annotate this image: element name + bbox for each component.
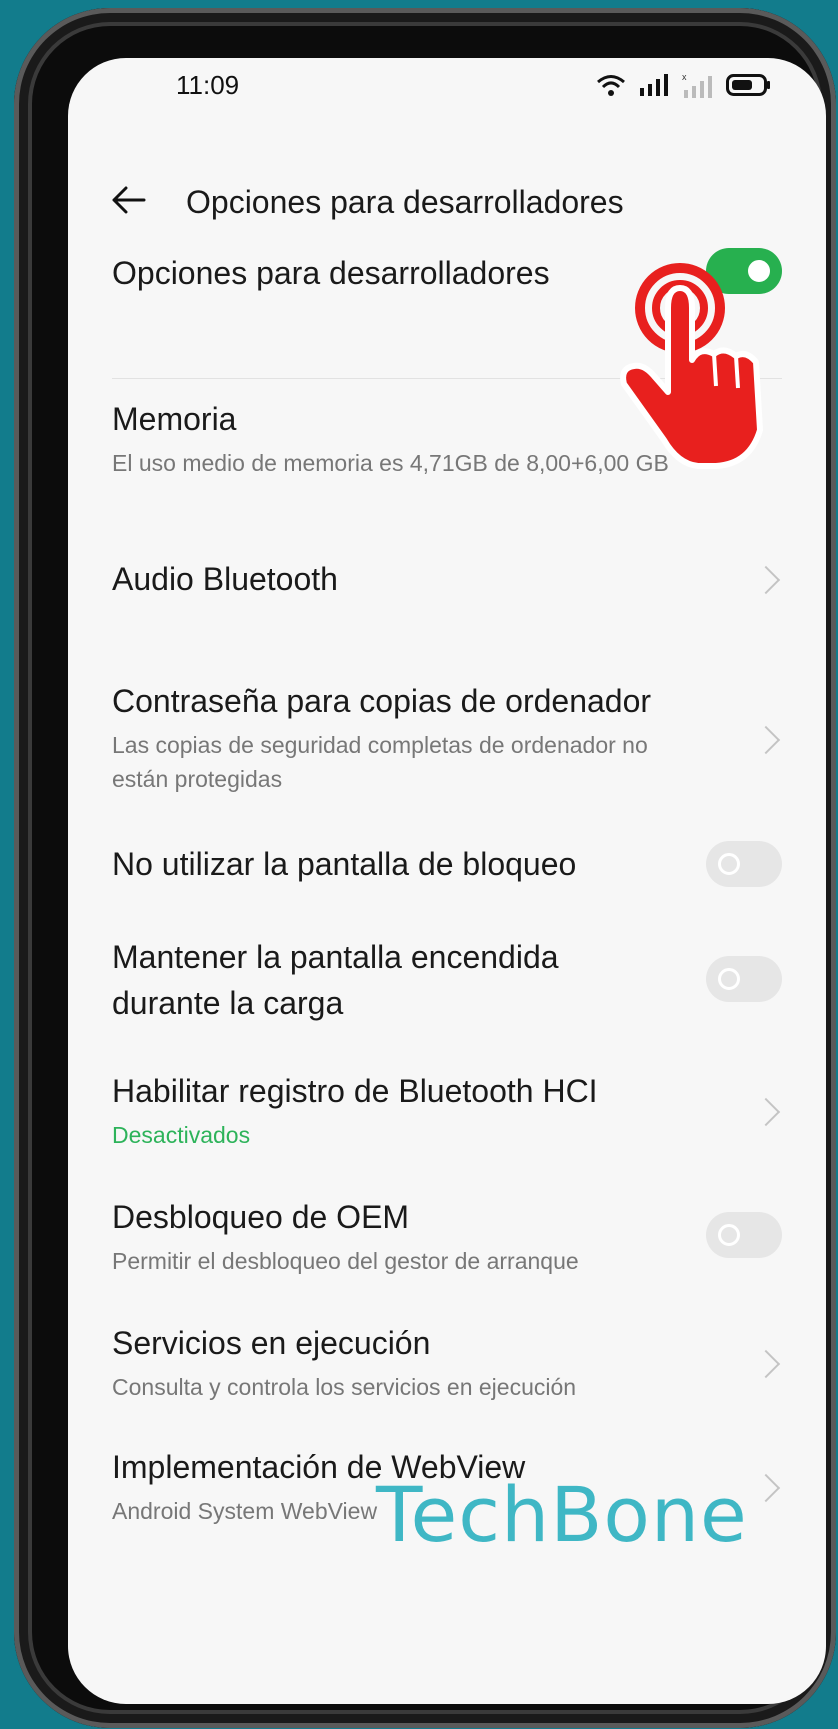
page-title: Opciones para desarrolladores [186, 184, 624, 220]
signal-no-sim-icon: x [682, 72, 712, 98]
skip-lock-screen-toggle[interactable] [706, 841, 782, 887]
setting-stay-awake[interactable]: Mantener la pantalla encendida durante l… [112, 934, 782, 1026]
setting-running-services[interactable]: Servicios en ejecución Consulta y contro… [112, 1320, 782, 1404]
setting-skip-lock-screen[interactable]: No utilizar la pantalla de bloqueo [112, 841, 782, 891]
setting-title: No utilizar la pantalla de bloqueo [112, 846, 577, 882]
back-arrow-icon[interactable] [110, 182, 146, 218]
tap-hand-icon [620, 263, 763, 469]
setting-title: Desbloqueo de OEM [112, 1199, 410, 1235]
setting-subtitle: Las copias de seguridad completas de ord… [112, 732, 648, 792]
techbone-watermark: TechBone [376, 1470, 748, 1559]
setting-status-text: Desactivados [112, 1122, 251, 1148]
setting-title: Habilitar registro de Bluetooth HCI [112, 1073, 598, 1109]
status-time: 11:09 [176, 70, 240, 100]
setting-title: Audio Bluetooth [112, 561, 338, 597]
status-icons: x [596, 72, 772, 98]
signal-icon [640, 74, 668, 96]
oem-unlock-toggle[interactable] [706, 1212, 782, 1258]
setting-subtitle: Consulta y controla los servicios en eje… [112, 1374, 577, 1400]
setting-title: Contraseña para copias de ordenador [112, 683, 652, 719]
status-bar: 11:09 x [68, 58, 826, 118]
setting-bluetooth-audio[interactable]: Audio Bluetooth [112, 556, 782, 606]
setting-bluetooth-hci-log[interactable]: Habilitar registro de Bluetooth HCI Desa… [112, 1068, 782, 1152]
setting-title: Servicios en ejecución [112, 1325, 431, 1361]
setting-subtitle: Permitir el desbloqueo del gestor de arr… [112, 1248, 579, 1274]
setting-oem-unlock[interactable]: Desbloqueo de OEM Permitir el desbloqueo… [112, 1194, 782, 1278]
toggle-knob [718, 968, 740, 990]
toggle-knob [718, 853, 740, 875]
battery-icon [726, 74, 770, 96]
toggle-knob [718, 1224, 740, 1246]
svg-text:x: x [682, 72, 687, 82]
wifi-icon [597, 75, 625, 96]
top-app-bar: Opciones para desarrolladores [68, 158, 826, 238]
stay-awake-toggle[interactable] [706, 956, 782, 1002]
setting-title: Mantener la pantalla encendida durante l… [112, 939, 559, 1021]
chevron-right-icon [751, 725, 781, 755]
setting-backup-password[interactable]: Contraseña para copias de ordenador Las … [112, 678, 782, 796]
